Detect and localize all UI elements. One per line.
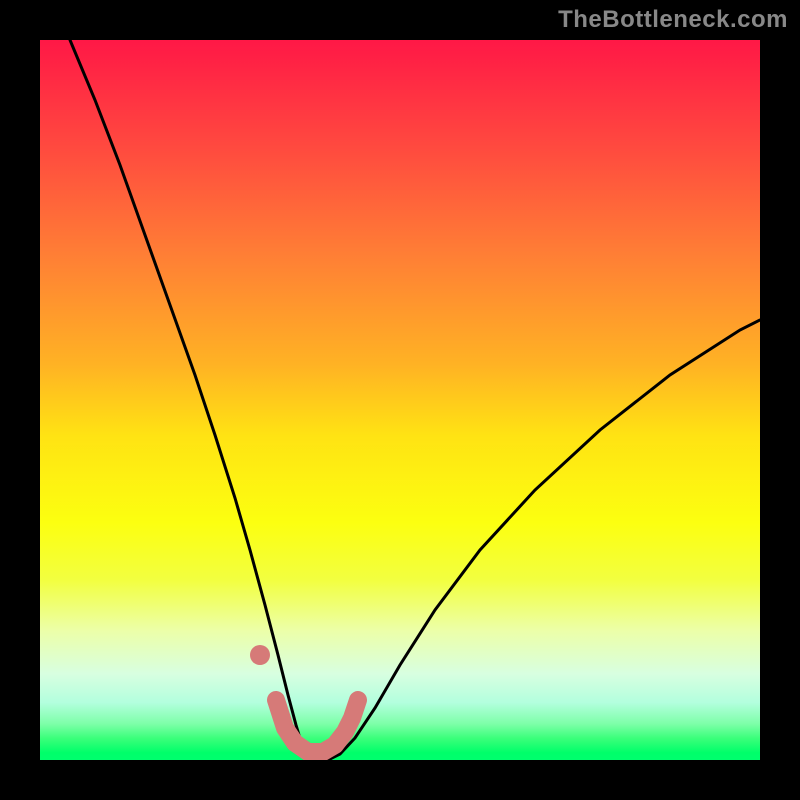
highlight-arc <box>276 700 358 752</box>
chart-canvas: TheBottleneck.com <box>0 0 800 800</box>
plot-area <box>40 40 760 760</box>
curve-svg <box>40 40 760 760</box>
bottleneck-curve <box>70 40 760 760</box>
highlight-dot <box>250 645 270 665</box>
watermark-text: TheBottleneck.com <box>558 6 788 34</box>
